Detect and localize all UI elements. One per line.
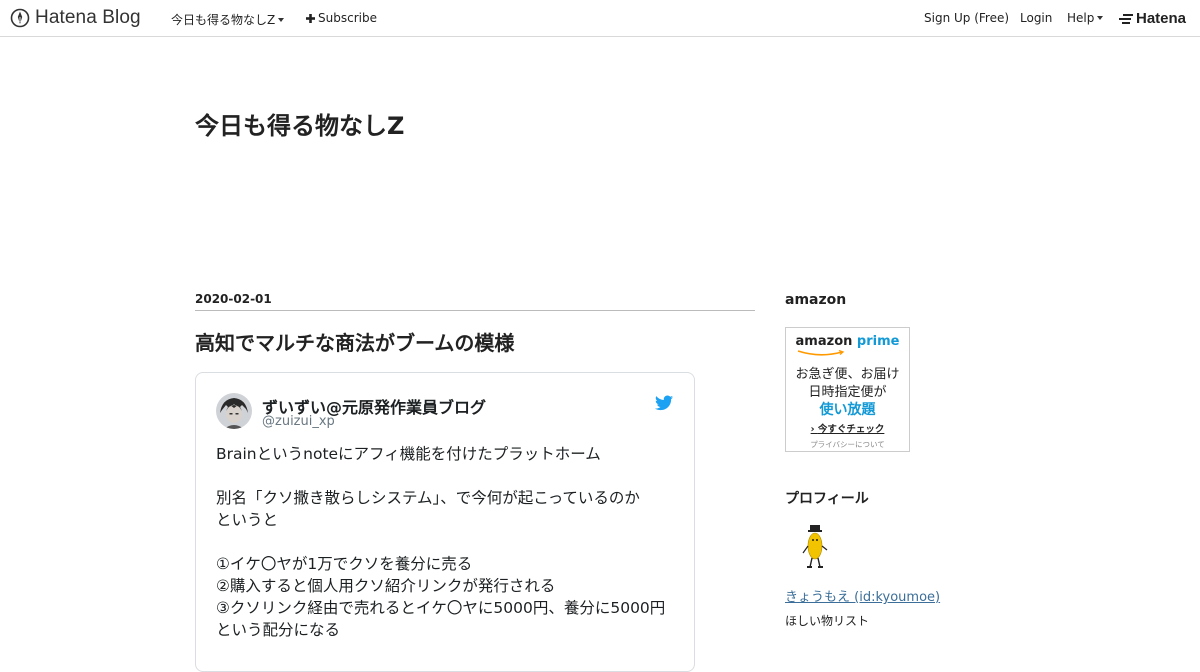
tweet-line: ③クソリンク経由で売れるとイケ〇ヤに5000円、養分に5000円	[216, 599, 666, 617]
blog-menu-label: 今日も得る物なしZ	[171, 13, 276, 27]
ad-cta-label: 今すぐチェック	[817, 424, 885, 435]
twitter-bird-icon[interactable]	[655, 395, 673, 411]
hatena-blog-logo[interactable]: Hatena Blog	[10, 7, 141, 29]
subscribe-label: Subscribe	[318, 11, 377, 25]
tweet-avatar[interactable]	[216, 393, 252, 429]
help-label: Help	[1067, 11, 1095, 25]
wishlist-link[interactable]: ほしい物リスト	[785, 612, 869, 629]
hatena-logo[interactable]: Hatena	[1119, 10, 1186, 27]
embedded-tweet[interactable]: ずいずい@元原発作業員ブログ @zuizui_xp Brainというnoteにア…	[195, 372, 695, 672]
login-label: Login	[1020, 11, 1053, 25]
chevron-right-icon: ›	[810, 424, 818, 435]
subscribe-button[interactable]: Subscribe	[306, 11, 377, 25]
sidebar-profile-heading: プロフィール	[785, 491, 869, 507]
amazon-logo-word: amazon	[795, 334, 853, 349]
amazon-prime-banner[interactable]: amazon prime お急ぎ便、お届け 日時指定便が 使い放題 › 今すぐチ…	[785, 327, 910, 452]
tweet-line: ②購入すると個人用クソ紹介リンクが発行される	[216, 577, 556, 595]
tweet-body: Brainというnoteにアフィ機能を付けたプラットホーム 別名「クソ撒き散らし…	[216, 443, 686, 641]
prime-logo-word: prime	[856, 334, 900, 349]
ad-line-2: 日時指定便が	[808, 385, 887, 400]
blog-title[interactable]: 今日も得る物なしZ	[195, 106, 404, 141]
blog-menu[interactable]: 今日も得る物なしZ	[171, 11, 285, 28]
ad-line-3: 使い放題	[819, 402, 876, 418]
chevron-down-icon	[1097, 16, 1104, 20]
sidebar-amazon-heading: amazon	[785, 292, 847, 308]
profile-name-link[interactable]: きょうもえ (id:kyoumoe)	[785, 586, 940, 605]
tweet-line: という配分になる	[216, 621, 341, 639]
entry-date[interactable]: 2020-02-01	[195, 292, 272, 306]
tweet-line: Brainというnoteにアフィ機能を付けたプラットホーム	[216, 445, 601, 463]
plus-icon	[306, 13, 315, 23]
amazon-smile-icon	[797, 350, 845, 356]
hatena-blog-pen-icon	[10, 8, 30, 28]
avatar-image	[216, 393, 252, 429]
help-menu[interactable]: Help	[1067, 11, 1104, 25]
signup-label: Sign Up (Free)	[924, 11, 1010, 25]
profile-icon-image[interactable]	[800, 524, 830, 570]
hatena-speed-icon	[1119, 13, 1133, 24]
login-link[interactable]: Login	[1020, 11, 1052, 25]
ad-line-1: お急ぎ便、お届け	[795, 367, 900, 382]
signup-link[interactable]: Sign Up (Free)	[924, 11, 1009, 25]
logo-text: Hatena Blog	[35, 7, 141, 28]
date-divider	[195, 310, 755, 311]
tweet-line: 別名「クソ撒き散らしシステム」、で今何が起こっているのか	[216, 489, 640, 507]
ad-cta-link[interactable]: › 今すぐチェック	[786, 421, 909, 435]
chevron-down-icon	[278, 17, 285, 22]
entry-title[interactable]: 高知でマルチな商法がブームの模様	[195, 327, 514, 356]
tweet-line: というと	[216, 511, 279, 529]
global-header: Hatena Blog 今日も得る物なしZ Subscribe Sign Up …	[0, 0, 1200, 37]
ad-privacy-link[interactable]: プライバシーについて	[786, 439, 909, 450]
tweet-author-handle[interactable]: @zuizui_xp	[262, 414, 335, 429]
hatena-logo-text: Hatena	[1136, 10, 1187, 27]
tweet-line: ①イケ〇ヤが1万でクソを養分に売る	[216, 555, 473, 573]
amazon-prime-logo: amazon prime	[786, 334, 909, 349]
